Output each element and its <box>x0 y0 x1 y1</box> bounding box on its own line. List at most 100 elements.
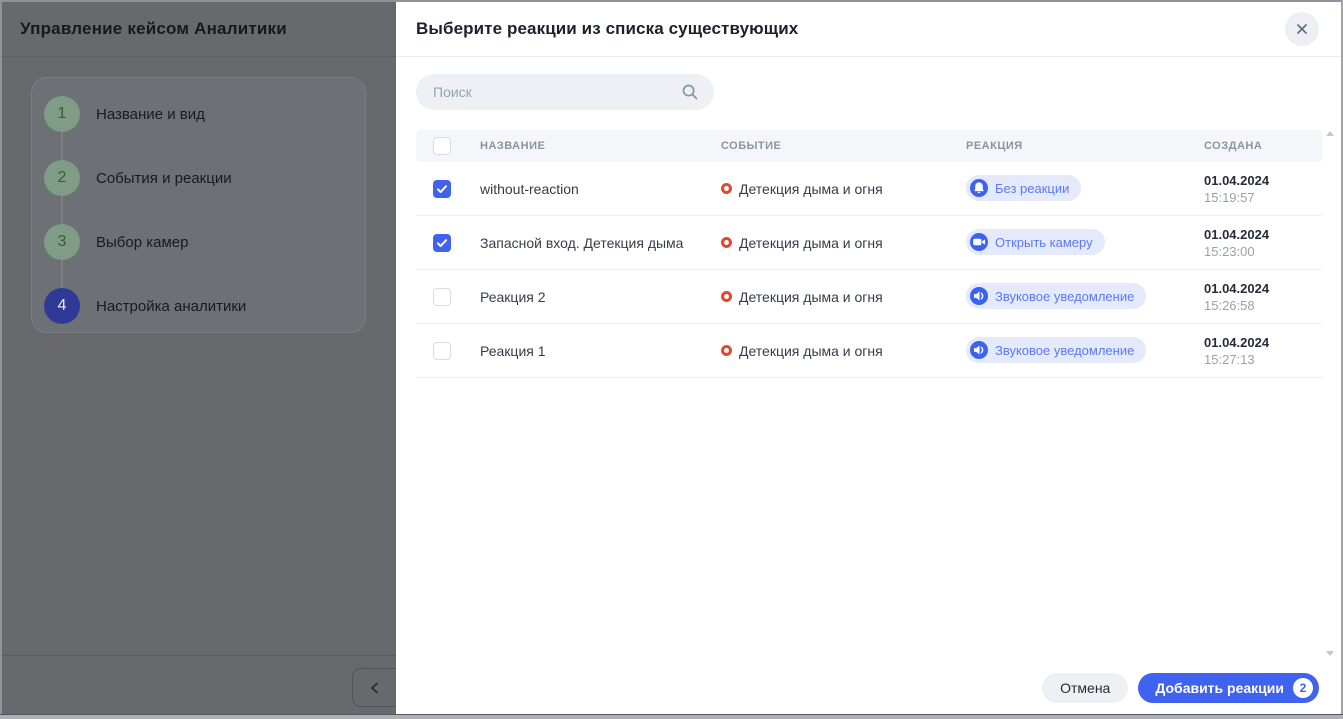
table-row[interactable]: Запасной вход. Детекция дыма Детекция ды… <box>416 216 1322 270</box>
event-type-icon <box>721 183 732 194</box>
selected-count-badge: 2 <box>1293 678 1313 698</box>
step-label: События и реакции <box>96 170 232 187</box>
step-4-active: 4 Настройка аналитики <box>44 288 365 324</box>
table-header-row: НАЗВАНИЕ СОБЫТИЕ РЕАКЦИЯ СОЗДАНА <box>416 130 1322 162</box>
speaker-icon <box>970 341 988 359</box>
step-number-circle: 4 <box>44 288 80 324</box>
add-reactions-label: Добавить реакции <box>1155 680 1284 696</box>
stepper: 1 Название и вид 2 События и реакции 3 В… <box>44 96 365 324</box>
step-number-circle: 3 <box>44 224 80 260</box>
window-frame-bottom <box>0 714 1343 719</box>
step-label: Настройка аналитики <box>96 298 246 315</box>
row-checkbox[interactable] <box>433 180 451 198</box>
reaction-cell: Звуковое уведомление <box>966 337 1204 364</box>
step-1-done: 1 Название и вид <box>44 96 365 132</box>
step-connector <box>61 260 63 288</box>
event-cell: Детекция дыма и огня <box>721 181 966 197</box>
reaction-name: Реакция 1 <box>480 343 721 359</box>
scrollbar-down-arrow-icon[interactable] <box>1326 651 1334 656</box>
app-window: Управление кейсом Аналитики 1 Название и… <box>0 0 1343 719</box>
event-label: Детекция дыма и огня <box>739 235 883 251</box>
row-checkbox[interactable] <box>433 288 451 306</box>
wizard-stepper-card: 1 Название и вид 2 События и реакции 3 В… <box>31 77 366 333</box>
column-header-event: СОБЫТИЕ <box>721 140 966 152</box>
table-body: without-reaction Детекция дыма и огня Бе… <box>416 162 1322 378</box>
event-label: Детекция дыма и огня <box>739 343 883 359</box>
reaction-badge: Звуковое уведомление <box>966 283 1146 309</box>
created-time: 15:26:58 <box>1204 297 1322 314</box>
column-header-created: СОЗДАНА <box>1204 140 1322 152</box>
reaction-cell: Открыть камеру <box>966 229 1204 256</box>
created-time: 15:27:13 <box>1204 351 1322 368</box>
modal-header: Выберите реакции из списка существующих <box>396 2 1341 57</box>
reaction-cell: Звуковое уведомление <box>966 283 1204 310</box>
reaction-name: without-reaction <box>480 181 721 197</box>
column-header-reaction: РЕАКЦИЯ <box>966 140 1204 152</box>
created-time: 15:23:00 <box>1204 243 1322 260</box>
step-3-done: 3 Выбор камер <box>44 224 365 260</box>
modal-title: Выберите реакции из списка существующих <box>416 19 798 39</box>
reaction-label: Звуковое уведомление <box>995 343 1134 358</box>
chevron-left-icon <box>368 681 382 695</box>
reaction-badge: Без реакции <box>966 175 1081 201</box>
reaction-label: Без реакции <box>995 181 1069 196</box>
reaction-badge: Звуковое уведомление <box>966 337 1146 363</box>
column-header-name: НАЗВАНИЕ <box>480 140 721 152</box>
step-2-done: 2 События и реакции <box>44 160 365 196</box>
created-date: 01.04.2024 <box>1204 334 1322 351</box>
created-time: 15:19:57 <box>1204 189 1322 206</box>
row-checkbox[interactable] <box>433 342 451 360</box>
reaction-label: Звуковое уведомление <box>995 289 1134 304</box>
created-cell: 01.04.2024 15:23:00 <box>1204 226 1322 260</box>
select-all-checkbox[interactable] <box>433 137 451 155</box>
created-date: 01.04.2024 <box>1204 172 1322 189</box>
created-cell: 01.04.2024 15:27:13 <box>1204 334 1322 368</box>
event-label: Детекция дыма и огня <box>739 289 883 305</box>
table-row[interactable]: without-reaction Детекция дыма и огня Бе… <box>416 162 1322 216</box>
page-title: Управление кейсом Аналитики <box>20 19 287 39</box>
window-frame-top <box>0 0 1343 2</box>
created-date: 01.04.2024 <box>1204 226 1322 243</box>
event-type-icon <box>721 345 732 356</box>
search-input[interactable] <box>416 74 681 110</box>
created-cell: 01.04.2024 15:26:58 <box>1204 280 1322 314</box>
add-reactions-button[interactable]: Добавить реакции 2 <box>1138 673 1319 703</box>
event-cell: Детекция дыма и огня <box>721 289 966 305</box>
table-row[interactable]: Реакция 2 Детекция дыма и огня Звуковое … <box>416 270 1322 324</box>
close-icon <box>1295 22 1309 36</box>
search-field[interactable] <box>416 74 714 110</box>
reaction-label: Открыть камеру <box>995 235 1093 250</box>
step-number-circle: 2 <box>44 160 80 196</box>
step-connector <box>61 132 63 160</box>
step-label: Выбор камер <box>96 234 188 251</box>
step-number-circle: 1 <box>44 96 80 132</box>
close-button[interactable] <box>1285 12 1319 46</box>
reactions-table: НАЗВАНИЕ СОБЫТИЕ РЕАКЦИЯ СОЗДАНА without… <box>416 130 1322 378</box>
reaction-cell: Без реакции <box>966 175 1204 202</box>
event-label: Детекция дыма и огня <box>739 181 883 197</box>
event-cell: Детекция дыма и огня <box>721 235 966 251</box>
event-type-icon <box>721 237 732 248</box>
search-icon <box>681 83 699 101</box>
select-reactions-modal: Выберите реакции из списка существующих … <box>396 2 1341 714</box>
created-cell: 01.04.2024 15:19:57 <box>1204 172 1322 206</box>
event-type-icon <box>721 291 732 302</box>
event-cell: Детекция дыма и огня <box>721 343 966 359</box>
cancel-button[interactable]: Отмена <box>1042 673 1128 703</box>
table-row[interactable]: Реакция 1 Детекция дыма и огня Звуковое … <box>416 324 1322 378</box>
modal-footer: Отмена Добавить реакции 2 <box>1042 673 1319 703</box>
scrollbar-up-arrow-icon[interactable] <box>1326 131 1334 136</box>
reaction-name: Реакция 2 <box>480 289 721 305</box>
reaction-name: Запасной вход. Детекция дыма <box>480 235 721 251</box>
bell-icon <box>970 179 988 197</box>
row-checkbox[interactable] <box>433 234 451 252</box>
background-page-header: Управление кейсом Аналитики <box>0 2 396 57</box>
reaction-badge: Открыть камеру <box>966 229 1105 255</box>
step-label: Название и вид <box>96 106 205 123</box>
window-frame-left <box>0 0 2 719</box>
created-date: 01.04.2024 <box>1204 280 1322 297</box>
speaker-icon <box>970 287 988 305</box>
camera-icon <box>970 233 988 251</box>
background-footer-divider <box>0 655 396 656</box>
step-connector <box>61 196 63 224</box>
